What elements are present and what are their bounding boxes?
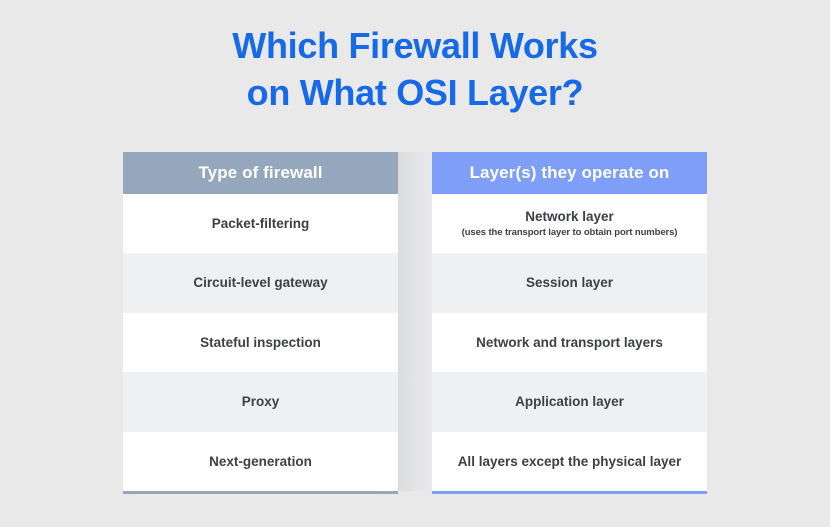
comparison-table: Type of firewall Packet-filtering Circui… bbox=[123, 152, 707, 495]
cell-osi-layer: Session layer bbox=[525, 275, 614, 291]
table-column-osi-layer: Layer(s) they operate on Network layer (… bbox=[432, 152, 707, 495]
table-column-firewall-type: Type of firewall Packet-filtering Circui… bbox=[123, 152, 398, 495]
table-row: Stateful inspection bbox=[123, 312, 398, 373]
column-bottom-rule-right bbox=[432, 491, 707, 495]
cell-osi-layer: Network and transport layers bbox=[476, 334, 663, 350]
page-title: Which Firewall Works on What OSI Layer? bbox=[0, 22, 830, 116]
table-row: Packet-filtering bbox=[123, 193, 398, 254]
column-header-firewall-type: Type of firewall bbox=[123, 152, 398, 194]
table-row: Application layer bbox=[432, 372, 707, 432]
table-row: Network layer (uses the transport layer … bbox=[432, 193, 707, 254]
table-row: All layers except the physical layer bbox=[432, 431, 707, 492]
infographic-page: Which Firewall Works on What OSI Layer? … bbox=[0, 0, 830, 527]
cell-osi-layer-note: (uses the transport layer to obtain port… bbox=[461, 226, 678, 238]
cell-firewall-type: Stateful inspection bbox=[200, 334, 321, 350]
cell-osi-layer: Application layer bbox=[515, 394, 624, 410]
table-row: Next-generation bbox=[123, 431, 398, 492]
cell-firewall-type: Next-generation bbox=[209, 453, 312, 469]
table-row: Proxy bbox=[123, 372, 398, 432]
cell-osi-layer: All layers except the physical layer bbox=[457, 453, 682, 469]
column-bottom-rule-left bbox=[123, 491, 398, 495]
cell-firewall-type: Packet-filtering bbox=[211, 215, 310, 231]
table-row: Circuit-level gateway bbox=[123, 253, 398, 313]
cell-firewall-type: Proxy bbox=[241, 394, 280, 410]
cell-osi-layer: Network layer bbox=[525, 208, 614, 224]
cell-firewall-type: Circuit-level gateway bbox=[193, 275, 328, 291]
column-header-osi-layer: Layer(s) they operate on bbox=[432, 152, 707, 194]
page-title-line-1: Which Firewall Works bbox=[232, 25, 598, 66]
page-title-line-2: on What OSI Layer? bbox=[246, 72, 584, 113]
table-row: Network and transport layers bbox=[432, 312, 707, 373]
table-row: Session layer bbox=[432, 253, 707, 313]
